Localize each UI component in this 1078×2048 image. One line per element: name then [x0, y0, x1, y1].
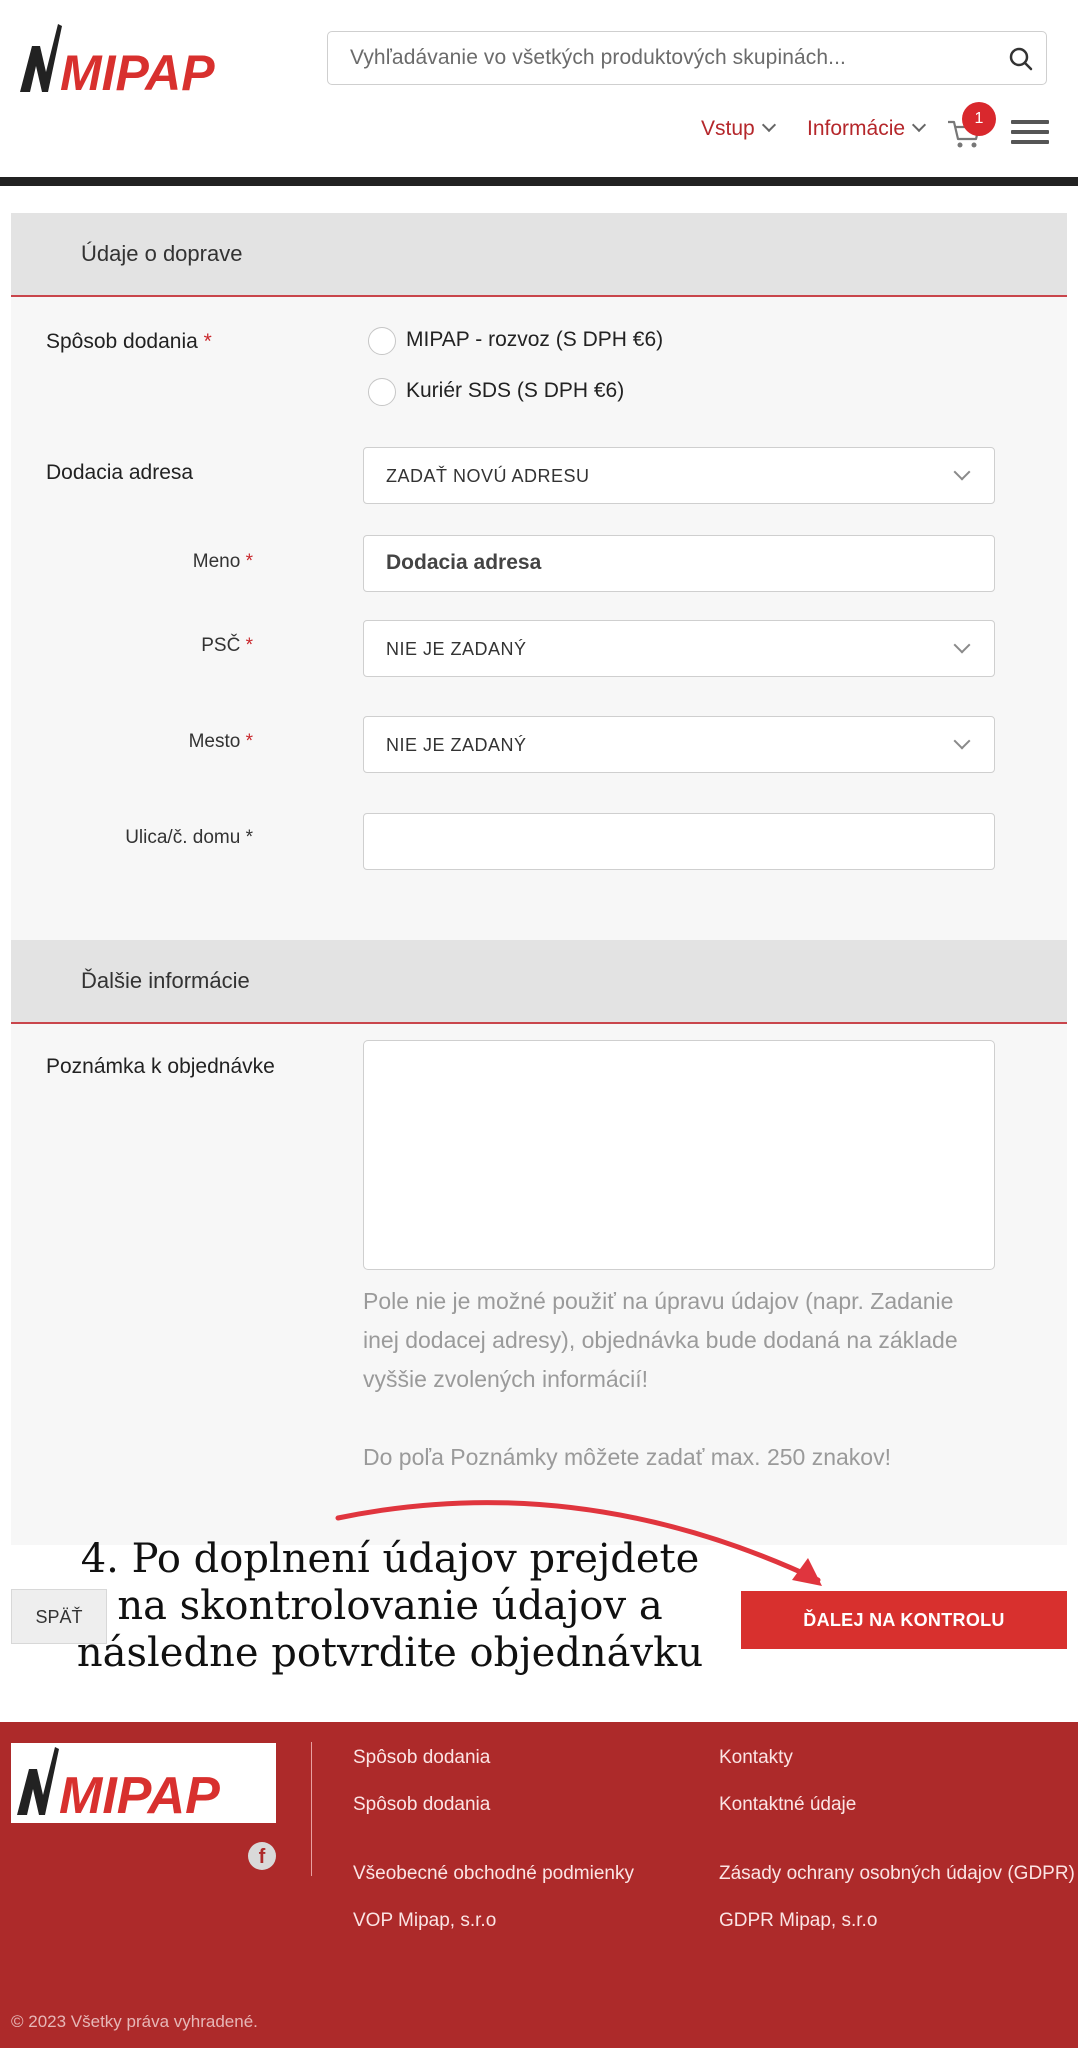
street-label: Ulica/č. domu * — [125, 827, 253, 848]
zip-select[interactable]: NIE JE ZADANÝ — [363, 620, 995, 677]
city-select[interactable]: NIE JE ZADANÝ — [363, 716, 995, 773]
delivery-section-title: Údaje o doprave — [81, 241, 243, 266]
nav-informacie-label: Informácie — [807, 117, 906, 140]
order-note-textarea[interactable] — [363, 1040, 995, 1270]
footer-divider — [311, 1742, 312, 1876]
instruction-annotation: 4. Po doplnení údajov prejdete na skontr… — [60, 1536, 720, 1677]
nav-vstup[interactable]: Vstup — [701, 117, 776, 141]
search-placeholder: Vyhľadávanie vo všetkých produktových sk… — [350, 46, 846, 69]
radio-kurier-sds-label[interactable]: Kuriér SDS (S DPH €6) — [406, 379, 624, 403]
delivery-address-select[interactable]: ZADAŤ NOVÚ ADRESU — [363, 447, 995, 504]
name-label: Meno * — [192, 551, 253, 572]
footer-link-terms[interactable]: VOP Mipap, s.r.o — [353, 1910, 496, 1932]
delivery-method-label: Spôsob dodania * — [46, 330, 212, 353]
footer-link-terms-title[interactable]: Všeobecné obchodné podmienky — [353, 1863, 634, 1885]
radio-mipap-rozvoz-label[interactable]: MIPAP - rozvoz (S DPH €6) — [406, 328, 663, 352]
chevron-down-icon — [953, 732, 971, 750]
search-icon[interactable] — [1006, 44, 1036, 74]
chevron-down-icon — [953, 463, 971, 481]
city-value: NIE JE ZADANÝ — [386, 735, 527, 755]
delivery-address-label: Dodacia adresa — [46, 461, 194, 484]
footer-link-contacts-title[interactable]: Kontakty — [719, 1747, 793, 1769]
delivery-section-header: Údaje o doprave — [11, 213, 1067, 297]
zip-value: NIE JE ZADANÝ — [386, 639, 527, 659]
footer-logo-text: MIPAP — [59, 1767, 220, 1823]
radio-kurier-sds[interactable] — [368, 378, 396, 406]
radio-mipap-rozvoz[interactable] — [368, 327, 396, 355]
logo-text: MIPAP — [60, 45, 215, 100]
required-mark: * — [203, 330, 212, 353]
footer-link-gdpr[interactable]: GDPR Mipap, s.r.o — [719, 1910, 877, 1932]
order-note-label: Poznámka k objednávke — [46, 1055, 275, 1078]
footer-link-delivery[interactable]: Spôsob dodania — [353, 1794, 490, 1816]
city-label: Mesto * — [188, 731, 253, 752]
chevron-down-icon — [911, 117, 927, 133]
continue-to-review-button[interactable]: ĎALEJ NA KONTROLU OBJEDNÁVKY — [741, 1591, 1067, 1688]
footer-logo[interactable]: MIPAP — [11, 1743, 276, 1825]
additional-section-header: Ďalšie informácie — [11, 940, 1067, 1024]
annotation-line-2: na skontrolovanie údajov a — [117, 1583, 663, 1629]
footer-link-contacts[interactable]: Kontaktné údaje — [719, 1794, 856, 1816]
facebook-icon[interactable]: f — [248, 1842, 276, 1870]
name-value: Dodacia adresa — [386, 551, 542, 574]
footer-link-delivery-title[interactable]: Spôsob dodania — [353, 1747, 490, 1769]
annotation-line-1: 4. Po doplnení údajov prejdete — [80, 1536, 700, 1582]
copyright: © 2023 Všetky práva vyhradené. — [11, 2012, 258, 2031]
delivery-address-value: ZADAŤ NOVÚ ADRESU — [386, 466, 590, 486]
chevron-down-icon — [761, 117, 776, 133]
mipap-logo[interactable]: MIPAP — [18, 20, 223, 101]
nav-vstup-label: Vstup — [701, 117, 755, 140]
cart-count-badge: 1 — [962, 102, 996, 136]
order-note-hint: Pole nie je možné použiť na úpravu údajo… — [363, 1288, 958, 1392]
footer-link-gdpr-title[interactable]: Zásady ochrany osobných údajov (GDPR) — [719, 1863, 1075, 1885]
additional-section-title: Ďalšie informácie — [81, 968, 250, 993]
order-note-limit-hint: Do poľa Poznámky môžete zadať max. 250 z… — [363, 1444, 891, 1470]
zip-label: PSČ * — [201, 635, 253, 656]
name-input[interactable]: Dodacia adresa — [363, 535, 995, 592]
chevron-down-icon — [953, 636, 971, 654]
street-input[interactable] — [363, 813, 995, 870]
search-input[interactable]: Vyhľadávanie vo všetkých produktových sk… — [327, 31, 1047, 85]
header-divider — [0, 177, 1078, 186]
nav-informacie[interactable]: Informácie — [807, 117, 927, 141]
annotation-line-3: následne potvrdite objednávku — [76, 1630, 704, 1676]
